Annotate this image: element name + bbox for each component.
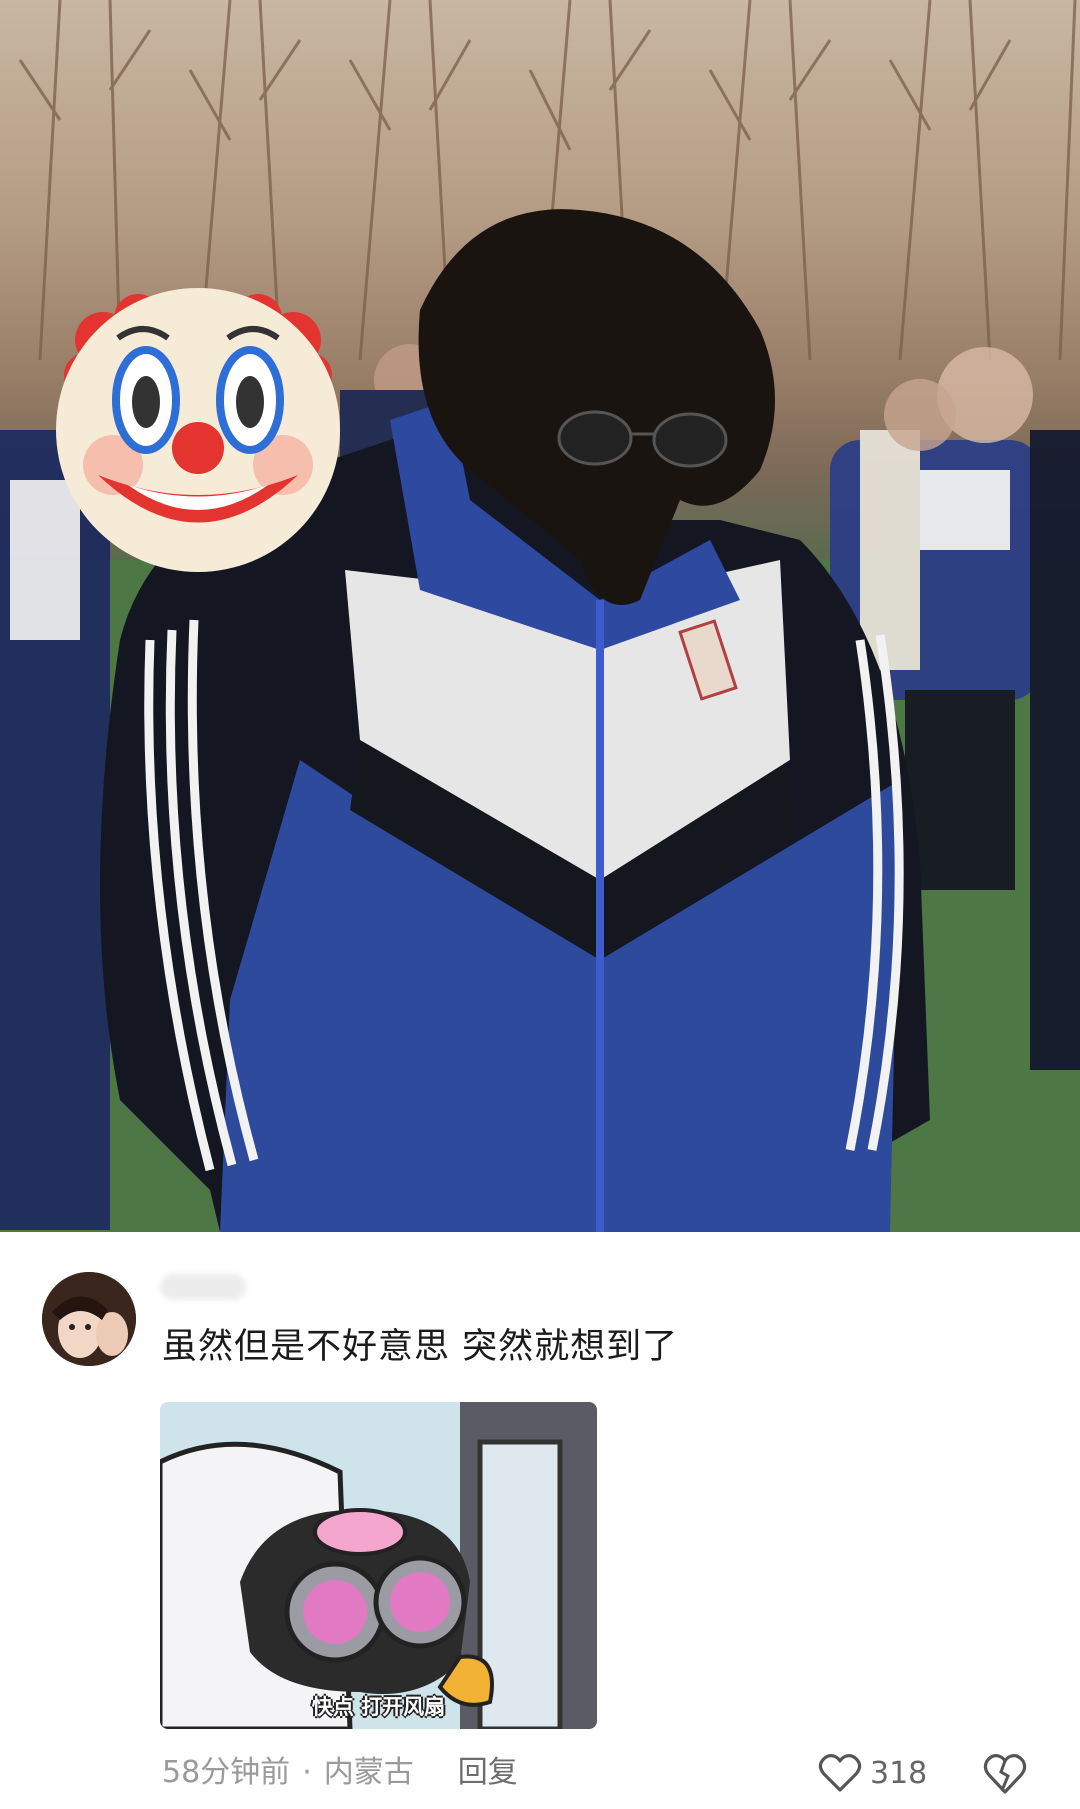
photo-scene [0,0,1080,1232]
post-photo[interactable] [0,0,1080,1232]
comment-time: 58分钟前 [162,1755,291,1790]
user-avatar[interactable] [42,1272,136,1366]
like-count: 318 [870,1755,928,1791]
sticker-caption: 快点 打开风扇 [311,1695,446,1719]
comment-sticker-image[interactable]: 快点 打开风扇 [160,1402,597,1729]
comment-location: 内蒙古 [323,1755,414,1790]
comment-text: 虽然但是不好意思 突然就想到了 [162,1327,679,1367]
comment-meta: 58分钟前 · 内蒙古 回复 [162,1748,518,1798]
reply-button[interactable]: 回复 [458,1748,518,1798]
meta-separator: · [302,1755,312,1790]
broken-heart-icon [983,1754,1027,1794]
comment-item: 虽然但是不好意思 突然就想到了 快点 打开风扇 58分钟前 · 内蒙古 回复 3… [0,1232,1080,1809]
clown-face-emoji-icon [38,280,358,575]
like-button[interactable]: 318 [818,1748,927,1798]
dislike-button[interactable] [982,1752,1028,1796]
username-blurred[interactable] [160,1274,246,1300]
heart-outline-icon [818,1754,862,1792]
